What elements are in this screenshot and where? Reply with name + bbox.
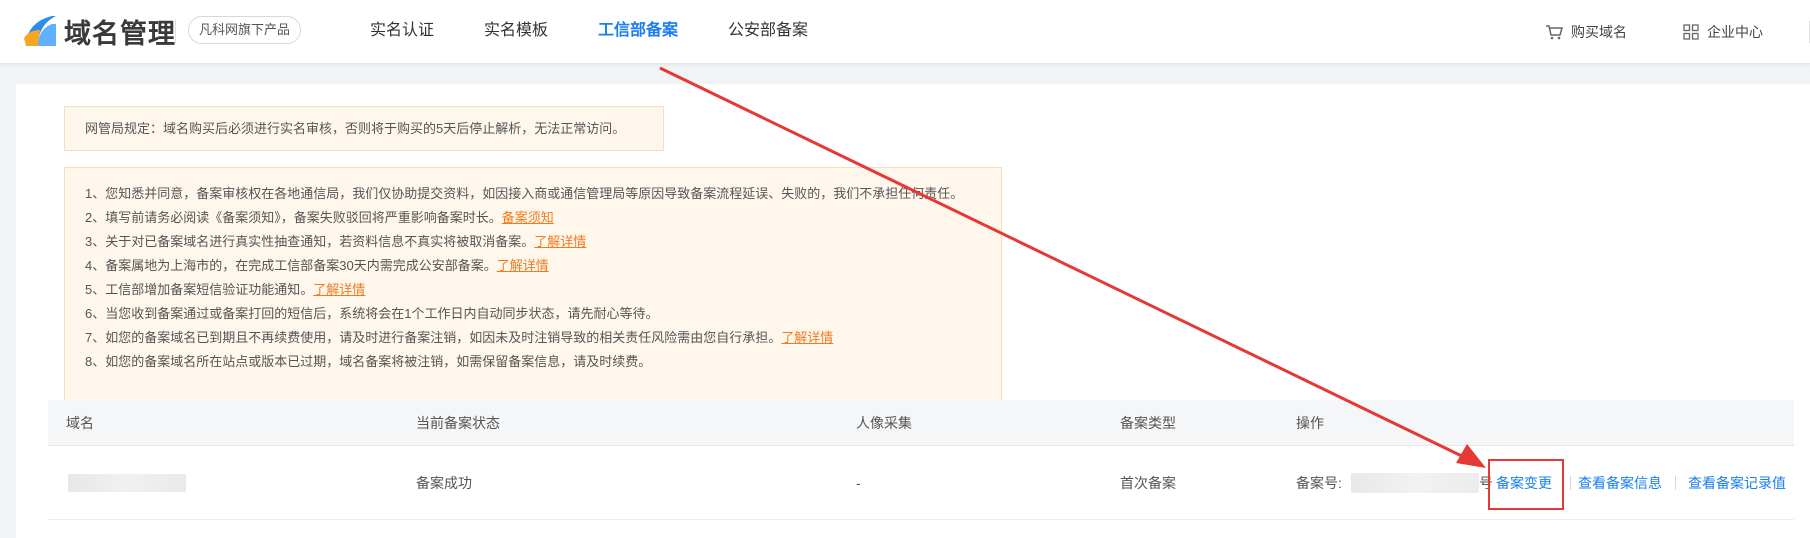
brand-badge: 凡科网旗下产品: [188, 16, 302, 44]
rule-line: 1、您知悉并同意，备案审核权在各地通信局，我们仅协助提交资料，如因接入商或通信管…: [85, 186, 964, 201]
col-status: 当前备案状态: [416, 415, 500, 431]
rule-line: 2、填写前请务必阅读《备案须知》，备案失败驳回将严重影响备案时长。备案须知: [85, 210, 554, 225]
col-domain: 域名: [66, 415, 94, 431]
rule-link[interactable]: 了解详情: [497, 258, 549, 273]
rule-link[interactable]: 了解详情: [534, 234, 586, 249]
rule-line: 4、备案属地为上海市的，在完成工信部备案30天内需完成公安部备案。了解详情: [85, 258, 549, 273]
col-actions: 操作: [1296, 415, 1324, 431]
header-actions: 购买域名 企业中心: [1545, 0, 1810, 64]
main-nav: 实名认证 实名模板 工信部备案 公安部备案: [370, 0, 858, 64]
rule-link[interactable]: 备案须知: [502, 210, 554, 225]
col-face: 人像采集: [856, 415, 912, 431]
col-type: 备案类型: [1120, 415, 1176, 431]
nav-miit-filing[interactable]: 工信部备案: [598, 0, 678, 64]
record-number-redacted: [1351, 473, 1479, 493]
table-header: 域名 当前备案状态 人像采集 备案类型 操作: [48, 400, 1794, 446]
nav-real-name-template[interactable]: 实名模板: [484, 0, 548, 64]
enterprise-center-label: 企业中心: [1707, 24, 1763, 40]
action-divider: [1570, 476, 1571, 490]
type-value: 首次备案: [1120, 475, 1176, 491]
top-header: 域名管理 凡科网旗下产品 实名认证 实名模板 工信部备案 公安部备案 购买域名 …: [0, 0, 1810, 64]
rule-link[interactable]: 了解详情: [781, 330, 833, 345]
buy-domain-label: 购买域名: [1571, 24, 1627, 40]
nav-police-filing[interactable]: 公安部备案: [728, 0, 808, 64]
rule-line: 3、关于对已备案域名进行真实性抽查通知，若资料信息不真实将被取消备案。了解详情: [85, 234, 587, 249]
logo-icon: [24, 16, 56, 46]
view-filing-info-link[interactable]: 查看备案信息: [1578, 446, 1662, 520]
action-divider: [1675, 476, 1676, 490]
rule-line: 7、如您的备案域名已到期且不再续费使用，请及时进行备案注销，如因未及时注销导致的…: [85, 330, 834, 345]
brand-title: 域名管理: [64, 19, 176, 49]
enterprise-center-button[interactable]: 企业中心: [1683, 22, 1763, 42]
brand-divider: [175, 19, 176, 43]
regulation-notice: 网管局规定：域名购买后必须进行实名审核，否则将于购买的5天后停止解析，无法正常访…: [64, 106, 664, 151]
rule-line: 8、如您的备案域名所在站点或版本已过期，域名备案将被注销，如需保留备案信息，请及…: [85, 354, 652, 369]
view-filing-record-link[interactable]: 查看备案记录值: [1688, 446, 1786, 520]
status-value: 备案成功: [416, 475, 472, 491]
buy-domain-button[interactable]: 购买域名: [1545, 22, 1627, 42]
nav-real-name[interactable]: 实名认证: [370, 0, 434, 64]
rule-line: 5、工信部增加备案短信验证功能通知。了解详情: [85, 282, 366, 297]
domain-value-redacted: [68, 474, 186, 492]
grid-icon: [1683, 24, 1699, 40]
rule-link[interactable]: 了解详情: [313, 282, 365, 297]
rule-line: 6、当您收到备案通过或备案打回的短信后，系统将会在1个工作日内自动同步状态，请先…: [85, 306, 659, 321]
cart-icon: [1546, 25, 1563, 40]
highlight-box: [1488, 459, 1564, 510]
record-number-label: 备案号:: [1296, 475, 1342, 491]
face-value: -: [856, 475, 861, 491]
